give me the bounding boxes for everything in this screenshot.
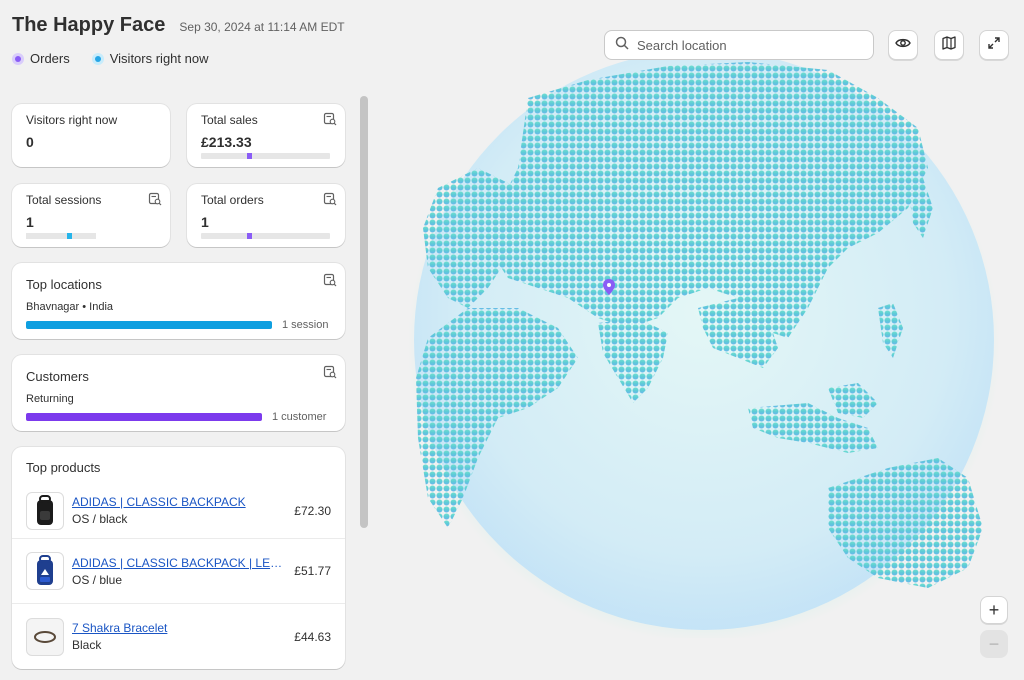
card-label: Visitors right now (26, 113, 118, 127)
page-title: The Happy Face (12, 14, 166, 36)
product-link[interactable]: ADIDAS | CLASSIC BACKPACK (72, 495, 286, 509)
sessions-mini-bar-mark (67, 233, 72, 239)
report-icon[interactable] (148, 192, 162, 206)
zoom-in-button[interactable]: + (980, 596, 1008, 624)
customers-card: Customers Returning 1 customer (12, 355, 345, 431)
product-thumbnail (26, 552, 64, 590)
total-sessions-card: Total sessions 1 (12, 184, 170, 247)
legend-label: Orders (30, 51, 70, 66)
map-icon (942, 35, 956, 55)
card-title: Top locations (26, 277, 102, 292)
fullscreen-button[interactable] (979, 30, 1009, 60)
panel-scrollbar[interactable] (360, 96, 368, 528)
product-price: £72.30 (294, 503, 331, 518)
top-locations-card: Top locations Bhavnagar • India 1 sessio… (12, 263, 345, 339)
product-price: £51.77 (294, 564, 331, 578)
sales-mini-bar-mark (247, 153, 252, 159)
location-search[interactable] (604, 30, 874, 60)
page-header: The Happy Face Sep 30, 2024 at 11:14 AM … (12, 14, 345, 66)
top-products-card: Top products ADIDAS | CLASSIC BACKPACK O… (12, 447, 345, 669)
card-value: 1 (26, 214, 34, 230)
customer-bar (26, 413, 262, 421)
customer-row: 1 customer (26, 411, 331, 423)
card-value: £213.33 (201, 134, 252, 150)
location-bar (26, 321, 272, 329)
card-label: Total sales (201, 113, 258, 127)
visitors-dot-icon (91, 52, 104, 65)
product-thumbnail (26, 491, 64, 530)
product-variant: OS / black (72, 512, 128, 526)
customer-count: 1 customer (272, 411, 327, 423)
product-row[interactable]: ADIDAS | CLASSIC BACKPACK OS / black £72… (12, 483, 345, 539)
legend-label: Visitors right now (109, 51, 209, 66)
orders-mini-bar (201, 233, 330, 239)
card-label: Total orders (201, 193, 264, 207)
product-variant: Black (72, 638, 102, 652)
product-thumbnail (26, 617, 64, 656)
product-row[interactable]: 7 Shakra Bracelet Black £44.63 (12, 604, 345, 669)
eye-icon (895, 36, 911, 54)
report-icon[interactable] (323, 112, 337, 126)
map-view-button[interactable] (934, 30, 964, 60)
product-link[interactable]: ADIDAS | CLASSIC BACKPACK | LEGEND INK M… (72, 556, 286, 570)
map-legend: Orders Visitors right now (12, 51, 345, 66)
visitors-card: Visitors right now 0 (12, 104, 170, 167)
report-icon[interactable] (323, 192, 337, 206)
product-link[interactable]: 7 Shakra Bracelet (72, 621, 286, 635)
customer-segment: Returning (26, 393, 74, 405)
orders-dot-icon (12, 52, 24, 65)
report-icon[interactable] (323, 273, 337, 287)
product-price: £44.63 (294, 629, 331, 644)
total-orders-card: Total orders 1 (187, 184, 345, 247)
orders-mini-bar-mark (247, 233, 252, 239)
legend-item-orders: Orders (12, 51, 70, 66)
location-count: 1 session (282, 319, 329, 331)
legend-item-visitors: Visitors right now (91, 51, 209, 66)
search-input[interactable] (637, 37, 857, 53)
card-value: 1 (201, 214, 209, 230)
sessions-mini-bar-track (26, 233, 96, 239)
report-icon[interactable] (323, 365, 337, 379)
sales-mini-bar (201, 153, 330, 159)
card-title: Customers (26, 369, 89, 384)
expand-icon (988, 36, 1000, 54)
zoom-out-button[interactable]: − (980, 630, 1008, 658)
globe-map[interactable] (408, 50, 1000, 642)
product-variant: OS / blue (72, 572, 123, 587)
card-value: 0 (26, 134, 34, 150)
sessions-mini-bar (26, 233, 155, 239)
visibility-button[interactable] (888, 30, 918, 60)
timestamp: Sep 30, 2024 at 11:14 AM EDT (179, 20, 345, 34)
search-icon (615, 36, 629, 55)
card-label: Total sessions (26, 193, 102, 207)
location-name: Bhavnagar • India (26, 301, 114, 313)
card-title: Top products (26, 460, 101, 475)
location-row: 1 session (26, 319, 331, 331)
product-row[interactable]: ADIDAS | CLASSIC BACKPACK | LEGEND INK M… (12, 539, 345, 604)
total-sales-card: Total sales £213.33 (187, 104, 345, 167)
